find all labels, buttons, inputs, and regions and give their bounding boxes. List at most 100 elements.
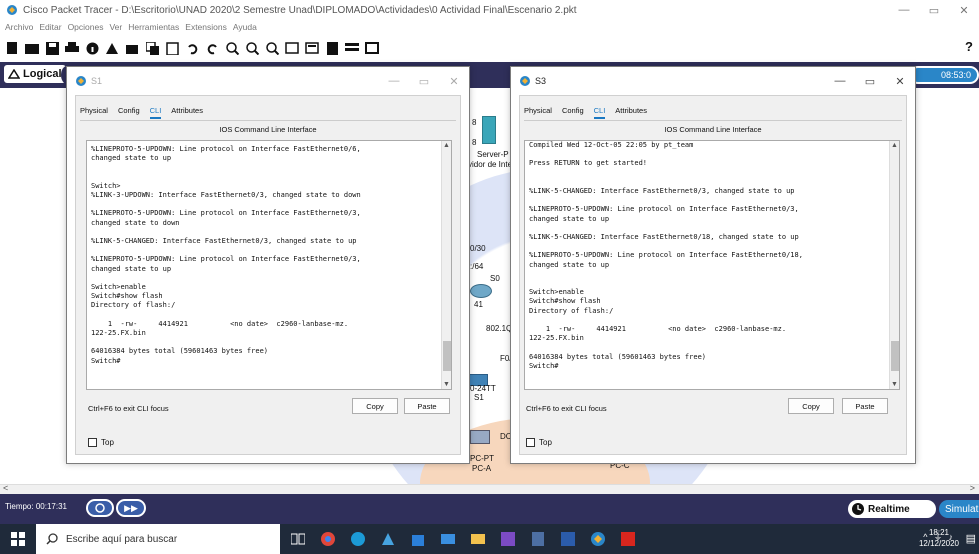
network-info-icon[interactable]: [124, 40, 140, 56]
chrome-icon[interactable]: [320, 531, 336, 547]
s1-console[interactable]: %LINEPROTO-5-UPDOWN: Line protocol on In…: [86, 140, 452, 390]
undo-icon[interactable]: [184, 40, 200, 56]
realtime-mode-button[interactable]: Realtime: [848, 500, 936, 518]
minimize-button[interactable]: —: [889, 0, 919, 20]
logical-label: Logical: [23, 68, 62, 80]
s3-console[interactable]: Compiled Wed 12-Oct-05 22:05 by pt_team …: [524, 140, 900, 390]
paste-icon[interactable]: [164, 40, 180, 56]
scroll-up-icon[interactable]: ▲: [891, 142, 898, 149]
zoom-out-icon[interactable]: [264, 40, 280, 56]
s1-top-checkbox[interactable]: Top: [88, 438, 114, 447]
task-view-icon[interactable]: [290, 531, 306, 547]
zoom-in-icon[interactable]: [224, 40, 240, 56]
menu-editar[interactable]: Editar: [39, 22, 61, 34]
s1-copy-button[interactable]: Copy: [352, 398, 398, 414]
s3-tab-config[interactable]: Config: [562, 106, 584, 119]
s3-copy-button[interactable]: Copy: [788, 398, 834, 414]
s3-close-button[interactable]: ✕: [885, 67, 915, 95]
s3-tab-physical[interactable]: Physical: [524, 106, 552, 119]
activity-wizard-icon[interactable]: [104, 40, 120, 56]
label-41: 41: [474, 300, 483, 309]
scroll-right-icon[interactable]: >: [970, 483, 975, 493]
calculator-icon[interactable]: [530, 531, 546, 547]
s3-maximize-button[interactable]: ▭: [855, 67, 885, 95]
start-button[interactable]: [0, 524, 36, 554]
menu-extensions[interactable]: Extensions: [185, 22, 227, 34]
menu-ayuda[interactable]: Ayuda: [233, 22, 257, 34]
scroll-up-icon[interactable]: ▲: [443, 142, 450, 149]
power-cycle-button[interactable]: [86, 499, 114, 517]
redo-icon[interactable]: [204, 40, 220, 56]
store-icon[interactable]: [410, 531, 426, 547]
s1-paste-button[interactable]: Paste: [404, 398, 450, 414]
image-icon[interactable]: [364, 40, 380, 56]
scroll-thumb[interactable]: [891, 341, 899, 371]
s1-window[interactable]: S1 — ▭ ✕ Physical Config CLI Attributes …: [66, 66, 470, 464]
fast-forward-icon: ▶▶: [124, 502, 138, 513]
s1-minimize-button[interactable]: —: [379, 67, 409, 95]
help-icon[interactable]: ?: [965, 39, 973, 54]
simulation-mode-button[interactable]: Simulatio: [939, 500, 979, 518]
doc-icon[interactable]: [324, 40, 340, 56]
fast-forward-button[interactable]: ▶▶: [116, 499, 146, 517]
s1-console-text[interactable]: %LINEPROTO-5-UPDOWN: Line protocol on In…: [87, 141, 451, 366]
scroll-down-icon[interactable]: ▼: [891, 381, 898, 388]
s1-tab-attributes[interactable]: Attributes: [171, 106, 203, 119]
label-server-sub: vidor de Inte: [468, 160, 513, 169]
acrobat-icon[interactable]: [620, 531, 636, 547]
maximize-button[interactable]: ▭: [919, 0, 949, 20]
taskbar-search[interactable]: Escribe aquí para buscar: [36, 524, 280, 554]
s1-close-button[interactable]: ✕: [439, 67, 469, 95]
notification-icon[interactable]: ▤: [966, 532, 976, 545]
s1-console-scrollbar[interactable]: ▲ ▼: [441, 141, 451, 389]
open-folder-icon[interactable]: [24, 40, 40, 56]
s3-top-checkbox[interactable]: Top: [526, 438, 552, 447]
scroll-down-icon[interactable]: ▼: [443, 381, 450, 388]
s3-console-text[interactable]: Compiled Wed 12-Oct-05 22:05 by pt_team …: [525, 141, 899, 371]
zoom-reset-icon[interactable]: [244, 40, 260, 56]
logical-view-button[interactable]: Logical: [4, 65, 73, 84]
visual-studio-icon[interactable]: [500, 531, 516, 547]
s3-tab-attributes[interactable]: Attributes: [615, 106, 647, 119]
server-device[interactable]: [482, 116, 496, 144]
menu-ver[interactable]: Ver: [109, 22, 122, 34]
s3-window[interactable]: S3 — ▭ ✕ Physical Config CLI Attributes …: [510, 66, 916, 464]
s3-title-bar[interactable]: S3 — ▭ ✕: [511, 67, 915, 95]
s3-console-scrollbar[interactable]: ▲ ▼: [889, 141, 899, 389]
file-explorer-icon[interactable]: [470, 531, 486, 547]
info-icon[interactable]: [84, 40, 100, 56]
copy-icon[interactable]: [144, 40, 160, 56]
menu-opciones[interactable]: Opciones: [68, 22, 104, 34]
menu-herramientas[interactable]: Herramientas: [128, 22, 179, 34]
print-icon[interactable]: [64, 40, 80, 56]
s3-paste-button[interactable]: Paste: [842, 398, 888, 414]
new-file-icon[interactable]: [4, 40, 20, 56]
pc-a-device[interactable]: [470, 430, 490, 444]
packet-tracer-task-icon[interactable]: [590, 531, 606, 547]
word-icon[interactable]: [560, 531, 576, 547]
save-icon[interactable]: [44, 40, 60, 56]
mail-icon[interactable]: [440, 531, 456, 547]
paint-icon[interactable]: [380, 531, 396, 547]
scroll-thumb[interactable]: [443, 341, 451, 371]
router-device[interactable]: [470, 284, 492, 298]
edge-icon[interactable]: [350, 531, 366, 547]
scroll-left-icon[interactable]: <: [3, 483, 8, 493]
s1-tab-cli[interactable]: CLI: [149, 106, 162, 119]
list-icon[interactable]: [344, 40, 360, 56]
s1-title-bar[interactable]: S1 — ▭ ✕: [67, 67, 469, 95]
workspace-h-scrollbar[interactable]: < >: [0, 483, 979, 494]
s3-tab-cli[interactable]: CLI: [593, 106, 606, 119]
s1-tab-physical[interactable]: Physical: [80, 106, 108, 119]
taskbar-clock[interactable]: 18:21 12/12/2020: [919, 527, 959, 549]
s1-maximize-button[interactable]: ▭: [409, 67, 439, 95]
s1-tab-config[interactable]: Config: [118, 106, 140, 119]
checkbox-icon[interactable]: [88, 438, 97, 447]
s3-minimize-button[interactable]: —: [825, 67, 855, 95]
custom-device-icon[interactable]: [304, 40, 320, 56]
menu-bar: Archivo Editar Opciones Ver Herramientas…: [0, 22, 257, 34]
close-button[interactable]: ✕: [949, 0, 979, 20]
checkbox-icon[interactable]: [526, 438, 535, 447]
drawing-palette-icon[interactable]: [284, 40, 300, 56]
menu-archivo[interactable]: Archivo: [5, 22, 33, 34]
